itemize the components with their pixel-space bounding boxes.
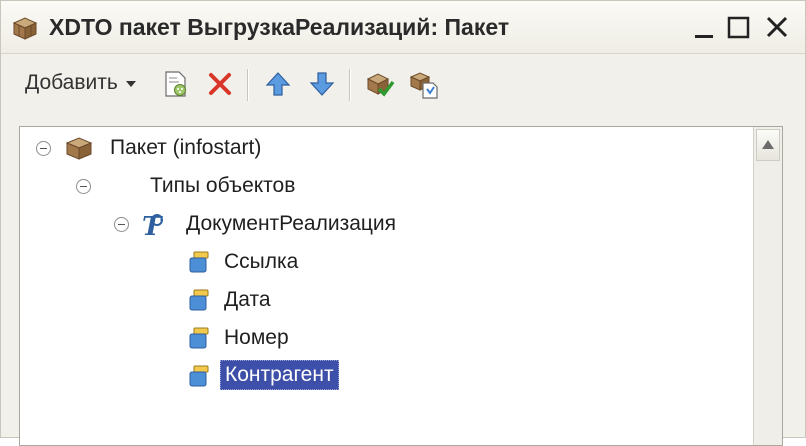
tree-node-object-types[interactable]: Типы объектов xyxy=(20,170,750,202)
add-dropdown-button[interactable]: Добавить xyxy=(25,71,136,95)
property-icon xyxy=(189,289,209,311)
tree-node-property-selected[interactable]: Контрагент xyxy=(20,360,750,392)
tree-node-label: Типы объектов xyxy=(150,174,296,197)
collapse-toggle-icon[interactable] xyxy=(114,217,129,232)
move-up-icon[interactable] xyxy=(263,69,293,99)
property-icon xyxy=(189,251,209,273)
tree-node-package[interactable]: Пакет (infostart) xyxy=(20,132,750,164)
check-icon[interactable] xyxy=(365,69,395,99)
delete-icon[interactable] xyxy=(205,69,235,99)
tree-node-document[interactable]: T ДокументРеализация xyxy=(20,208,750,240)
vertical-scrollbar[interactable] xyxy=(753,127,782,445)
title-bar[interactable]: XDTO пакет ВыгрузкаРеализаций: Пакет xyxy=(1,1,805,54)
tree-node-property[interactable]: Номер xyxy=(20,322,750,354)
xdto-tree[interactable]: Пакет (infostart) Типы объектов T Докуме… xyxy=(19,126,783,446)
collapse-toggle-icon[interactable] xyxy=(36,141,51,156)
tree-node-label: Дата xyxy=(224,288,271,311)
add-button-label: Добавить xyxy=(25,71,118,94)
toolbar-separator xyxy=(349,69,351,101)
scroll-up-icon[interactable] xyxy=(756,129,780,161)
maximize-icon[interactable] xyxy=(725,13,753,41)
tree-node-property[interactable]: Дата xyxy=(20,284,750,316)
minimize-icon[interactable] xyxy=(691,13,719,41)
collapse-toggle-icon[interactable] xyxy=(76,179,91,194)
tree-node-label: Контрагент xyxy=(220,360,339,390)
tree-node-label: Ссылка xyxy=(224,250,299,273)
package-icon xyxy=(65,137,93,160)
move-down-icon[interactable] xyxy=(307,69,337,99)
tree-node-label: Номер xyxy=(224,326,289,349)
xdto-package-window: XDTO пакет ВыгрузкаРеализаций: Пакет Доб… xyxy=(0,0,806,446)
close-icon[interactable] xyxy=(763,13,791,41)
package-icon xyxy=(12,17,38,40)
copy-package-icon[interactable] xyxy=(409,69,439,99)
property-icon xyxy=(189,327,209,349)
edit-icon[interactable] xyxy=(161,69,191,99)
object-type-icon: T xyxy=(142,212,163,239)
property-icon xyxy=(189,365,209,387)
toolbar-separator xyxy=(247,69,249,101)
chevron-down-icon xyxy=(125,81,136,87)
toolbar: Добавить xyxy=(11,63,793,107)
window-title: XDTO пакет ВыгрузкаРеализаций: Пакет xyxy=(49,14,510,40)
tree-node-label: ДокументРеализация xyxy=(186,212,397,235)
tree-node-label: Пакет (infostart) xyxy=(110,136,262,159)
tree-node-property[interactable]: Ссылка xyxy=(20,246,750,278)
